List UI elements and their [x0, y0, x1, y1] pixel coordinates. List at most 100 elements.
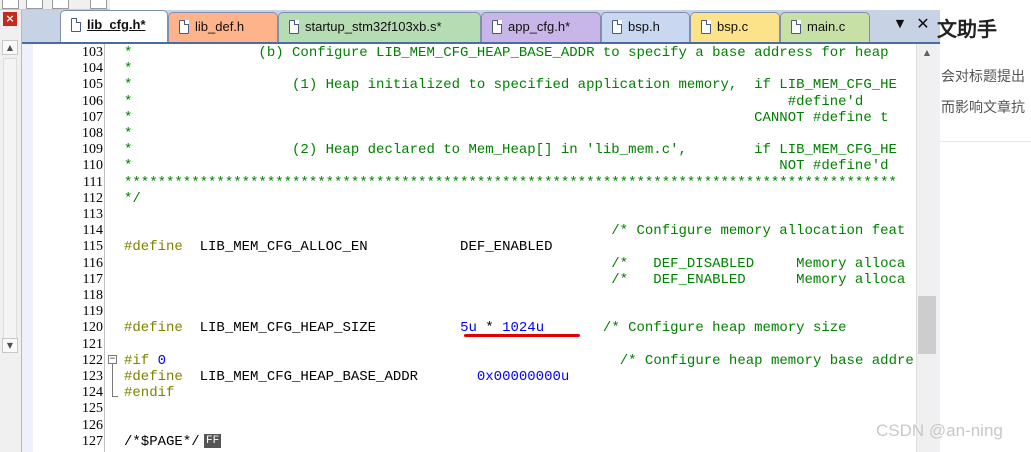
line-number: 114 — [82, 223, 103, 239]
tab-label: lib_cfg.h* — [87, 17, 146, 32]
tab-startup-stm32f103xb-s[interactable]: startup_stm32f103xb.s* — [278, 12, 481, 43]
webpage-title: 文助手 — [937, 17, 997, 41]
code-line[interactable]: * CANNOT #define t — [124, 110, 889, 126]
panel-scroll-down-icon[interactable]: ▼ — [2, 338, 18, 353]
code-line[interactable]: * (2) Heap declared to Mem_Heap[] in 'li… — [124, 142, 897, 158]
line-number: 111 — [83, 174, 103, 190]
toolbar-button[interactable] — [52, 0, 69, 9]
line-number: 108 — [82, 126, 103, 141]
line-number: 113 — [82, 207, 103, 222]
code-line[interactable]: * — [124, 126, 132, 142]
tab-label: app_cfg.h* — [508, 19, 571, 34]
annotation-underline — [464, 334, 580, 337]
panel-scroll-up-icon[interactable]: ▲ — [2, 40, 18, 55]
code-token: 0 — [157, 352, 167, 369]
line-number: 112 — [82, 190, 103, 206]
code-line[interactable]: #if 0 /* Configure heap memory base addr… — [124, 353, 914, 369]
file-icon — [492, 20, 502, 34]
toolbar-button[interactable] — [26, 0, 43, 9]
code-line[interactable]: * — [124, 61, 132, 77]
fold-range-line — [112, 364, 113, 396]
code-token: /* DEF_DISABLED Memory alloca — [611, 255, 906, 272]
tab-app-cfg-h[interactable]: app_cfg.h* — [481, 12, 601, 43]
code-line[interactable]: /* DEF_ENABLED Memory alloca — [124, 272, 905, 288]
line-number: 103 — [82, 45, 103, 60]
form-feed-marker: FF — [204, 434, 222, 448]
file-icon — [289, 20, 299, 34]
code-line[interactable]: /* DEF_DISABLED Memory alloca — [124, 256, 905, 272]
code-token: #endif — [124, 385, 175, 402]
code-line[interactable]: /*$PAGE*/ — [124, 434, 200, 450]
code-line[interactable]: * #define'd — [124, 94, 863, 110]
watermark: CSDN @an-ning — [876, 421, 1003, 440]
scroll-up-icon[interactable]: ▲ — [918, 46, 936, 60]
line-number: 106 — [82, 93, 103, 109]
webpage-text: 会对标题提出 — [941, 69, 1025, 85]
tab-bsp-h[interactable]: bsp.h — [601, 12, 690, 43]
tab-label: startup_stm32f103xb.s* — [305, 19, 442, 34]
code-token: LIB_MEM_CFG_ALLOC_EN DEF_ENABLED — [182, 239, 553, 256]
code-line[interactable]: */ — [124, 191, 141, 207]
file-icon — [71, 18, 81, 32]
vertical-scrollbar[interactable] — [916, 44, 938, 452]
code-token: LIB_MEM_CFG_HEAP_BASE_ADDR — [182, 369, 477, 385]
line-number: 120 — [82, 320, 103, 336]
code-token: * NOT #define'd — [124, 158, 889, 175]
line-number: 116 — [82, 255, 103, 271]
code-token: * — [124, 126, 133, 142]
tab-lib-cfg-h[interactable]: lib_cfg.h* — [60, 10, 168, 43]
code-token: /* Configure memory allocation feat — [611, 223, 906, 240]
code-line[interactable]: #endif — [124, 385, 174, 401]
code-line[interactable]: /* Configure memory allocation feat — [124, 223, 905, 239]
code-line[interactable]: * (1) Heap initialized to specified appl… — [124, 77, 897, 93]
code-token: #define — [124, 369, 183, 385]
close-tab-icon[interactable]: ✕ — [915, 14, 931, 34]
code-token: * (b) Configure LIB_MEM_CFG_HEAP_BASE_AD… — [124, 45, 889, 61]
tab-list-dropdown-icon[interactable]: ▼ — [892, 14, 908, 34]
code-line[interactable]: #define LIB_MEM_CFG_HEAP_BASE_ADDR 0x000… — [124, 369, 569, 385]
line-number: 117 — [82, 271, 103, 287]
code-token: * — [124, 61, 133, 78]
tab-main-c[interactable]: main.c — [780, 12, 870, 43]
line-number: 124 — [82, 385, 103, 401]
code-token: /* Configure heap memory base addre — [619, 352, 914, 369]
line-number: 109 — [82, 142, 103, 158]
code-token: /*$PAGE*/ — [124, 433, 200, 450]
code-token: * CANNOT #define t — [124, 109, 889, 126]
code-line[interactable]: #define LIB_MEM_CFG_ALLOC_EN DEF_ENABLED — [124, 239, 552, 255]
file-icon — [701, 20, 711, 34]
file-icon — [179, 20, 189, 34]
line-number: 118 — [82, 288, 103, 303]
code-line[interactable]: ****************************************… — [124, 175, 897, 191]
code-token: /* DEF_ENABLED Memory alloca — [611, 271, 906, 288]
line-number: 119 — [82, 304, 103, 320]
code-token: * (2) Heap declared to Mem_Heap[] in 'li… — [124, 142, 897, 159]
code-token: #define — [124, 320, 183, 337]
fold-toggle-icon[interactable]: − — [108, 355, 117, 364]
scrollbar-thumb[interactable] — [918, 296, 936, 354]
tab-bsp-c[interactable]: bsp.c — [690, 12, 780, 43]
tab-label: lib_def.h — [195, 19, 245, 34]
webpage-text: 而影响文章抗 — [941, 100, 1025, 116]
code-token: * (1) Heap initialized to specified appl… — [124, 77, 897, 94]
line-number: 115 — [82, 239, 103, 255]
toolbar-button[interactable] — [2, 0, 19, 9]
code-token: #define — [124, 239, 183, 256]
code-line[interactable]: * (b) Configure LIB_MEM_CFG_HEAP_BASE_AD… — [124, 45, 889, 61]
file-icon — [791, 20, 801, 34]
line-number: 123 — [82, 369, 103, 384]
line-number: 122 — [82, 352, 103, 368]
code-line[interactable]: * NOT #define'd — [124, 158, 889, 174]
panel-scrollbar[interactable] — [3, 58, 17, 340]
webpage-divider — [940, 141, 1031, 142]
tab-lib-def-h[interactable]: lib_def.h — [168, 12, 278, 43]
code-token: LIB_MEM_CFG_HEAP_SIZE — [182, 320, 461, 337]
toolbar-button[interactable] — [90, 0, 107, 9]
panel-close-icon[interactable]: × — [3, 12, 17, 26]
file-icon — [612, 20, 622, 34]
line-number: 105 — [82, 77, 103, 93]
